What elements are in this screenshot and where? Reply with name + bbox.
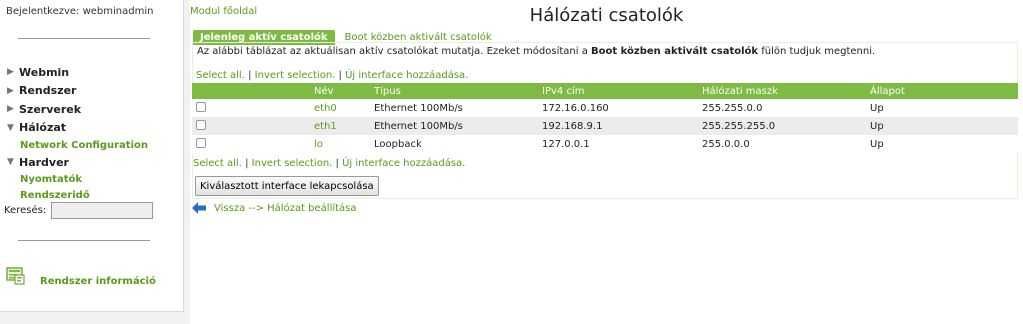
header-name: Név [210,83,370,99]
sidebar-item-label: Hardver [19,155,69,169]
row-checkbox[interactable] [196,137,206,148]
invert-selection-link[interactable]: Invert selection. [252,158,333,169]
search-box: Keresés: [4,202,154,219]
sidebar-item-halozat[interactable]: ▼ Hálózat [7,119,148,138]
select-all-link[interactable]: Select all. [193,158,242,169]
triangle-down-icon: ▼ [7,122,14,133]
description-suffix: fülön tudjuk megtenni. [758,46,876,57]
sidebar-item-label: Szerverek [19,102,82,116]
search-input[interactable] [51,202,154,219]
interface-name-link[interactable]: eth1 [314,121,337,132]
cell-type: Loopback [370,135,538,153]
sidebar-subitem-nyomtatok[interactable]: Nyomtatók [7,172,148,188]
system-info-label: Rendszer információ [40,276,156,287]
login-status: Bejelentkezve: webminadmin [6,6,154,17]
module-index-link[interactable]: Modul főoldal [190,6,257,17]
search-label: Keresés: [4,205,47,216]
triangle-down-icon: ▼ [7,157,14,168]
back-link[interactable]: Vissza --> Hálózat beállítása [192,202,357,214]
cell-netmask: 255.255.0.0 [698,99,866,117]
cell-ipv4: 127.0.0.1 [538,135,698,153]
triangle-right-icon: ▶ [7,104,14,115]
description-text: Az alábbi táblázat az aktuálisan aktív c… [197,46,875,57]
cell-type: Ethernet 100Mb/s [370,99,538,117]
sidebar: Bejelentkezve: webminadmin ▶ Webmin ▶ Rend… [0,0,184,312]
cell-ipv4: 192.168.9.1 [538,117,698,135]
sidebar-item-szerverek[interactable]: ▶ Szerverek [7,100,148,119]
sidebar-item-hardver[interactable]: ▼ Hardver [7,153,148,172]
system-info-icon [6,266,25,284]
cell-netmask: 255.255.255.0 [698,117,866,135]
add-interface-link[interactable]: Új interface hozzáadása. [342,158,465,169]
separator: | [338,70,342,81]
separator: | [245,158,249,169]
interface-name-link[interactable]: eth0 [314,103,337,114]
back-link-label: Vissza --> Hálózat beállítása [214,202,357,214]
table-header-row: Név Típus IPv4 cím Hálózati maszk Állapo… [192,83,1018,99]
table-row: eth0 Ethernet 100Mb/s 172.16.0.160 255.2… [192,99,1018,117]
deactivate-interface-button[interactable]: Kiválasztott interface lekapcsolása [195,176,379,196]
main-content: Hálózati csatolók Modul főoldal Jelenleg… [190,0,1023,324]
separator: | [335,158,339,169]
table-actions-bottom: Select all. | Invert selection. | Új int… [193,158,465,169]
invert-selection-link[interactable]: Invert selection. [255,70,336,81]
cell-status: Up [866,135,1018,153]
divider [18,240,150,241]
header-select [192,83,210,99]
cell-type: Ethernet 100Mb/s [370,117,538,135]
page-title: Hálózati csatolók [529,5,684,26]
header-type: Típus [370,83,538,99]
interfaces-table: Név Típus IPv4 cím Hálózati maszk Állapo… [192,83,1018,153]
select-all-link[interactable]: Select all. [196,70,245,81]
sidebar-item-label: Rendszer [19,84,77,98]
row-checkbox[interactable] [196,119,206,130]
cell-status: Up [866,117,1018,135]
cell-ipv4: 172.16.0.160 [538,99,698,117]
table-row: lo Loopback 127.0.0.1 255.0.0.0 Up [192,135,1018,153]
interface-name-link[interactable]: lo [314,139,323,150]
header-status: Állapot [866,83,1018,99]
header-netmask: Hálózati maszk [698,83,866,99]
header-ipv4: IPv4 cím [538,83,698,99]
system-info-link[interactable]: Rendszer információ [6,264,156,287]
sidebar-item-rendszer[interactable]: ▶ Rendszer [7,82,148,101]
add-interface-link[interactable]: Új interface hozzáadása. [345,70,468,81]
table-row: eth1 Ethernet 100Mb/s 192.168.9.1 255.25… [192,117,1018,135]
triangle-right-icon: ▶ [7,67,14,78]
description-prefix: Az alábbi táblázat az aktuálisan aktív c… [197,46,592,57]
triangle-right-icon: ▶ [7,85,14,96]
sidebar-menu: ▶ Webmin ▶ Rendszer ▶ Szerverek ▼ Hálózat Ne… [7,63,148,204]
sidebar-subitem-network-configuration[interactable]: Network Configuration [7,137,148,153]
sidebar-item-webmin[interactable]: ▶ Webmin [7,63,148,82]
header-label: Név [314,85,334,97]
divider [18,38,150,39]
description-bold: Boot közben aktivált csatolók [591,46,759,57]
sidebar-item-label: Webmin [19,65,70,79]
arrow-left-icon [192,202,206,214]
cell-status: Up [866,99,1018,117]
table-actions-top: Select all. | Invert selection. | Új int… [196,70,468,81]
sidebar-item-label: Hálózat [19,121,67,135]
separator: | [248,70,252,81]
row-checkbox[interactable] [196,101,206,112]
cell-netmask: 255.0.0.0 [698,135,866,153]
